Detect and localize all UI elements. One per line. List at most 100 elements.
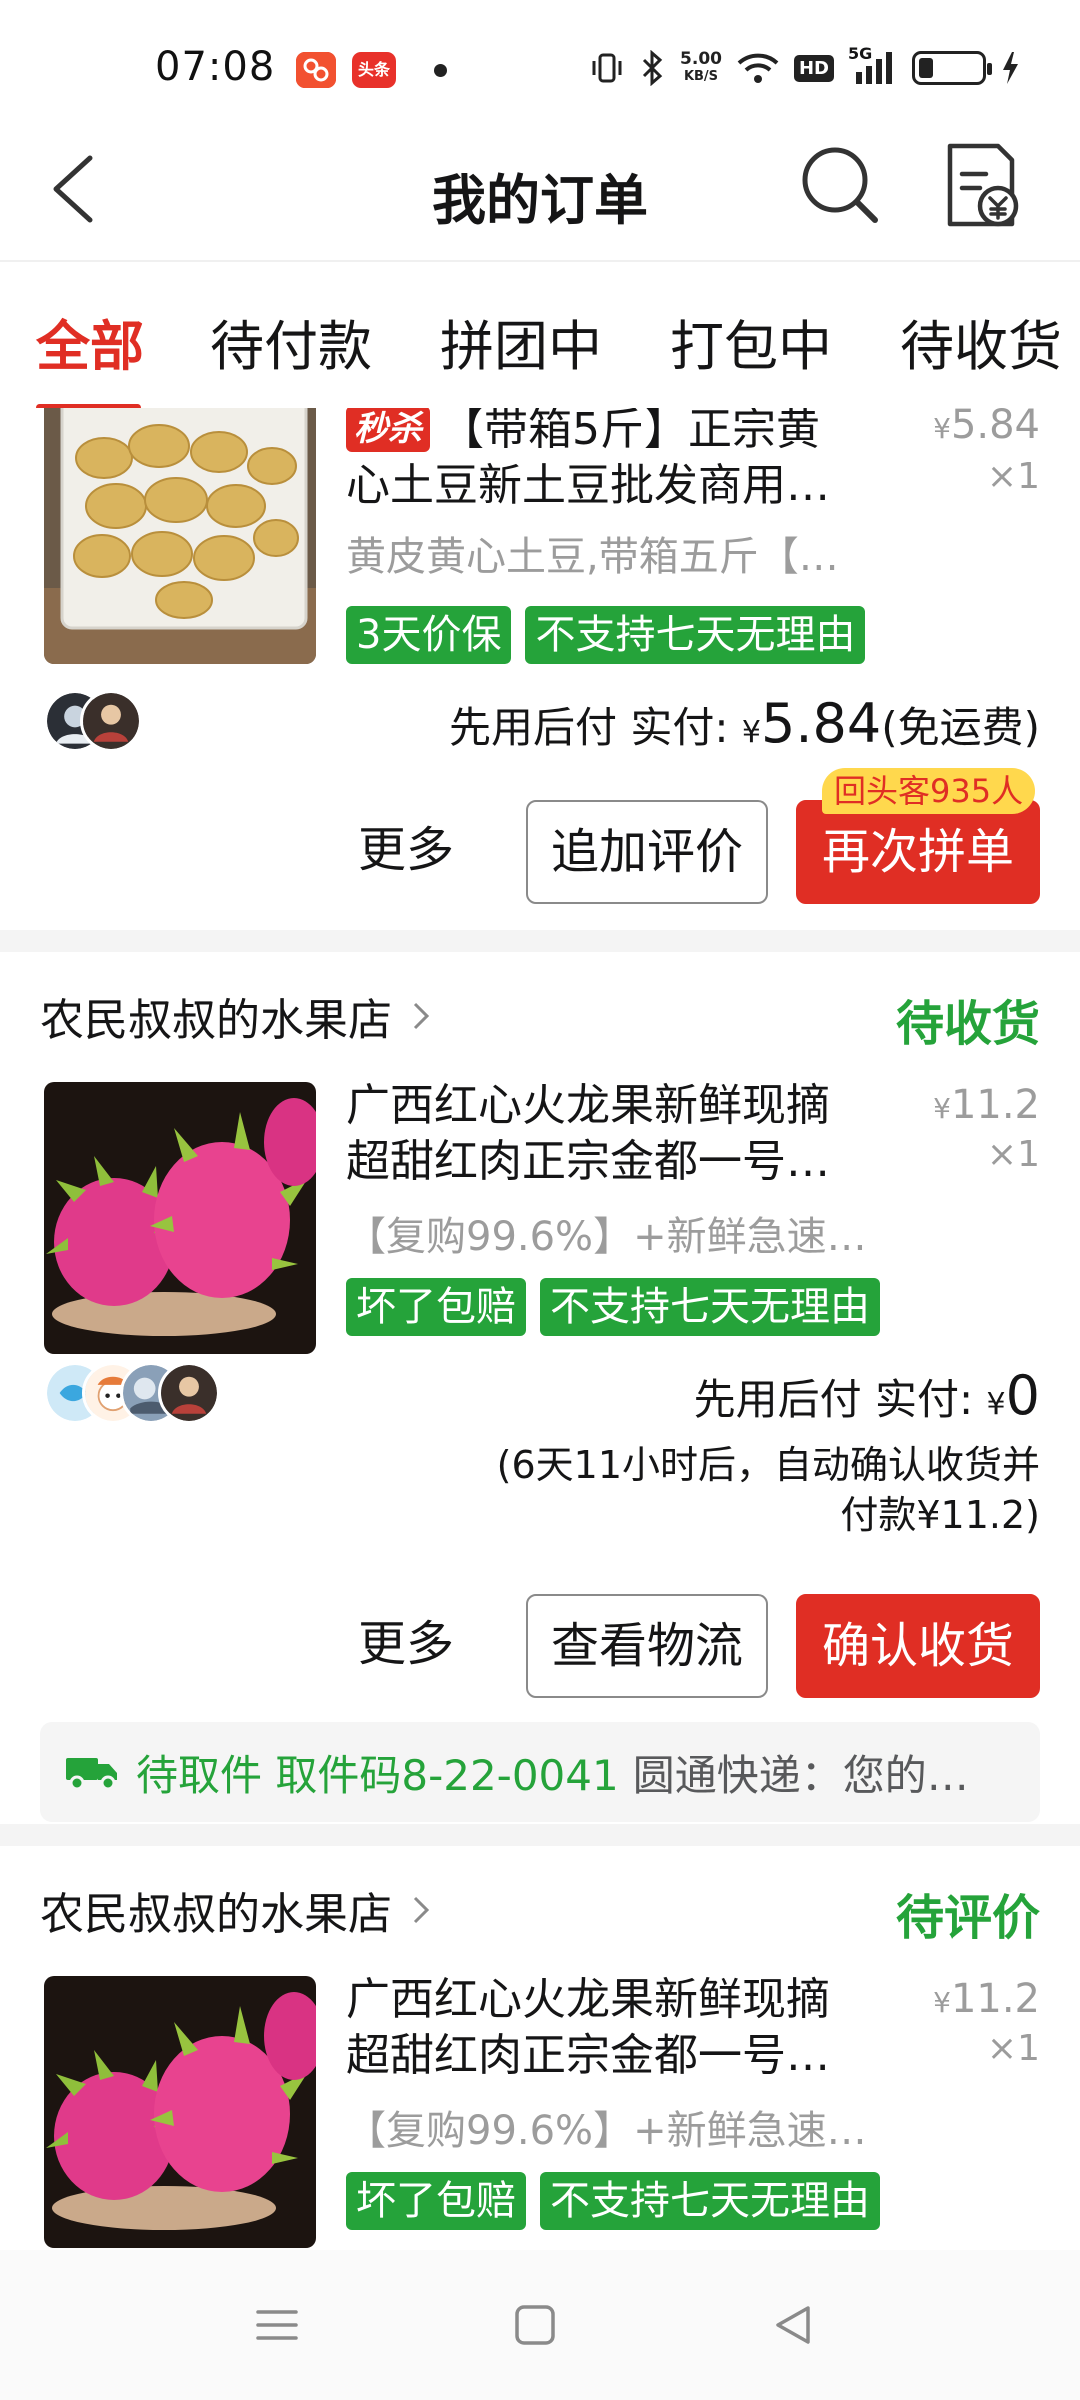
page-title: 我的订单 [432, 169, 648, 232]
bill-icon[interactable] [940, 138, 1024, 232]
flash-sale-tag: 秒杀 [346, 408, 430, 452]
order-card[interactable]: 农民叔叔的水果店 待评价 广西红心火龙果新鲜现摘 超甜红肉正宗金都一号… ¥11… [0, 1846, 1080, 2250]
reorder-button[interactable]: 再次拼单 [796, 800, 1040, 904]
status-time: 07:08 [155, 44, 276, 90]
product-title[interactable]: 秒杀 【带箱5斤】正宗黄 心土豆新土豆批发商用… [346, 408, 906, 514]
order-list: 秒杀 【带箱5斤】正宗黄 心土豆新土豆批发商用… ¥5.84 ×1 黄皮黄心土豆,… [0, 408, 1080, 2250]
tab-grouping[interactable]: 拼团中 [440, 302, 602, 381]
truck-icon [66, 1758, 117, 1791]
pay-amount: 0 [1005, 1364, 1040, 1427]
price-symbol: ¥ [933, 412, 951, 445]
avatar [158, 1362, 220, 1424]
product-image-potato[interactable] [44, 408, 316, 664]
price-value: 11.2 [950, 1976, 1040, 2022]
product-image-dragonfruit[interactable] [44, 1082, 316, 1354]
product-price: ¥11.2 [933, 1976, 1040, 2022]
note-line1: (6天11小时后，自动确认收货并 [496, 1443, 1040, 1487]
shop-link[interactable]: 农民叔叔的水果店 [40, 1880, 432, 1940]
product-title-line1: 【带箱5斤】正宗黄 [440, 408, 820, 455]
pay-symbol: ¥ [986, 1387, 1006, 1422]
back-triangle-icon[interactable] [768, 2300, 818, 2350]
wifi-icon [737, 53, 779, 83]
divider [0, 930, 1080, 952]
product-title-line2: 心土豆新土豆批发商用… [346, 460, 830, 511]
returning-customers-badge: 回头客935人 [822, 768, 1036, 814]
auto-confirm-note: (6天11小时后，自动确认收货并 付款¥11.2) [440, 1440, 1040, 1540]
tag-damage-guarantee: 坏了包赔 [346, 2172, 526, 2230]
charging-icon [1003, 52, 1018, 84]
more-button[interactable]: 更多 [346, 800, 466, 904]
product-quantity: ×1 [986, 2028, 1040, 2069]
bluetooth-icon [642, 50, 663, 86]
pickup-code: 待取件 取件码8-22-0041 [136, 1750, 619, 1800]
confirm-receipt-button[interactable]: 确认收货 [796, 1594, 1040, 1698]
signal-icon: 5G [848, 44, 898, 86]
note-line2: 付款¥11.2) [840, 1493, 1040, 1537]
system-navigation-bar [0, 2250, 1080, 2400]
chevron-right-icon [413, 1002, 430, 1030]
shop-link[interactable]: 农民叔叔的水果店 [40, 986, 432, 1046]
service-tags: 坏了包赔 不支持七天无理由 [346, 2172, 880, 2230]
payment-summary: 先用后付 实付: ¥0 [694, 1364, 1040, 1427]
product-spec: 【复购99.6%】+新鲜急速… [346, 2108, 867, 2154]
home-icon[interactable] [510, 2300, 560, 2350]
tab-all[interactable]: 全部 [36, 302, 144, 381]
payment-summary: 先用后付 实付: ¥5.84(免运费) [449, 692, 1040, 755]
more-button[interactable]: 更多 [346, 1594, 466, 1698]
shop-name: 农民叔叔的水果店 [40, 1889, 392, 1940]
service-tags: 3天价保 不支持七天无理由 [346, 606, 866, 664]
add-review-button[interactable]: 追加评价 [526, 800, 768, 904]
avatar [80, 690, 142, 752]
tag-no-return: 不支持七天无理由 [525, 606, 866, 664]
product-quantity: ×1 [986, 456, 1040, 497]
menu-icon[interactable] [252, 2300, 302, 2350]
tag-price-protect: 3天价保 [346, 606, 512, 664]
net-speed: 5.00 KB/S [680, 50, 722, 86]
pinduoduo-app-icon [296, 52, 336, 88]
tab-pending-payment[interactable]: 待付款 [210, 302, 372, 381]
logistics-text: 圆通快递：您的… [632, 1750, 969, 1800]
tab-packing[interactable]: 打包中 [670, 302, 832, 381]
order-status: 待收货 [895, 996, 1040, 1052]
product-quantity: ×1 [986, 1134, 1040, 1175]
order-status: 待评价 [895, 1890, 1040, 1946]
pay-symbol: ¥ [741, 715, 761, 750]
logistics-banner[interactable]: 待取件 取件码8-22-0041 圆通快递：您的… [40, 1722, 1040, 1822]
price-value: 11.2 [950, 1082, 1040, 1128]
pay-label: 先用后付 实付: [449, 703, 729, 752]
tag-no-return: 不支持七天无理由 [540, 1278, 880, 1336]
price-value: 5.84 [950, 408, 1040, 448]
price-symbol: ¥ [933, 1986, 951, 2019]
status-bar: 07:08 头条 5.00 KB/S HD 5G [0, 0, 1080, 120]
price-symbol: ¥ [933, 1092, 951, 1125]
order-tabs: 全部 待付款 拼团中 打包中 待收货 [0, 260, 1080, 411]
divider [0, 1824, 1080, 1846]
net-speed-unit: KB/S [683, 69, 719, 84]
hd-icon: HD [793, 54, 834, 82]
notification-dot [434, 64, 447, 77]
tag-damage-guarantee: 坏了包赔 [346, 1278, 526, 1336]
product-title-line1: 广西红心火龙果新鲜现摘 [346, 1080, 830, 1131]
toutiao-label: 头条 [357, 60, 390, 79]
product-title[interactable]: 广西红心火龙果新鲜现摘 超甜红肉正宗金都一号… [346, 1972, 906, 2084]
tag-no-return: 不支持七天无理由 [540, 2172, 880, 2230]
view-logistics-button[interactable]: 查看物流 [526, 1594, 768, 1698]
product-image-dragonfruit[interactable] [44, 1976, 316, 2248]
toutiao-app-icon: 头条 [352, 52, 396, 88]
order-card[interactable]: 农民叔叔的水果店 待收货 广西红心火龙果新鲜现摘 超甜红肉正宗金都一号… ¥11… [0, 952, 1080, 1822]
nav-bar: 我的订单 [0, 120, 1080, 260]
product-title-line1: 广西红心火龙果新鲜现摘 [346, 1974, 830, 2025]
vibrate-icon [592, 53, 622, 83]
service-tags: 坏了包赔 不支持七天无理由 [346, 1278, 880, 1336]
product-title-line2: 超甜红肉正宗金都一号… [346, 2030, 830, 2081]
pay-suffix: (免运费) [881, 703, 1040, 752]
product-spec: 黄皮黄心土豆,带箱五斤【… [346, 534, 839, 580]
product-title[interactable]: 广西红心火龙果新鲜现摘 超甜红肉正宗金都一号… [346, 1078, 906, 1190]
net-speed-value: 5.00 [680, 49, 722, 69]
order-card[interactable]: 秒杀 【带箱5斤】正宗黄 心土豆新土豆批发商用… ¥5.84 ×1 黄皮黄心土豆,… [0, 408, 1080, 928]
tab-to-receive[interactable]: 待收货 [900, 302, 1062, 381]
search-icon[interactable] [795, 140, 885, 230]
pay-amount: 5.84 [760, 692, 882, 755]
product-title-line2: 超甜红肉正宗金都一号… [346, 1136, 830, 1187]
chevron-right-icon [413, 1896, 430, 1924]
